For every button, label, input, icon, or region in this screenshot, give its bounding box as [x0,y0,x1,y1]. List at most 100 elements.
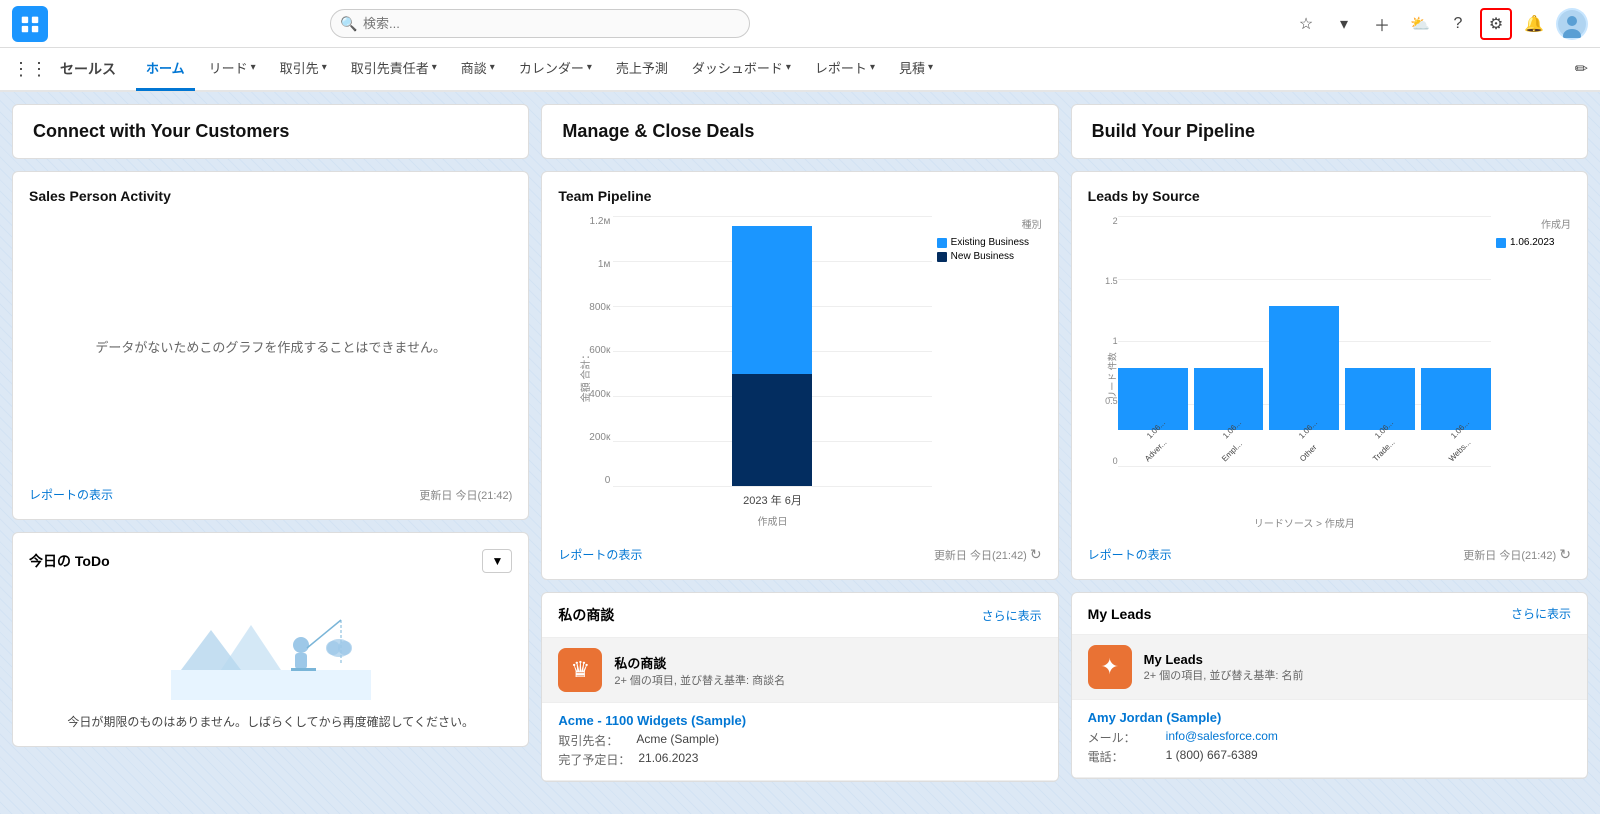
leads-bar-webs: 1.06... Webs... [1421,368,1491,466]
app-name: セールス [60,59,116,79]
leads-report-link[interactable]: レポートの表示 [1088,546,1172,563]
help-button[interactable]: ? [1442,8,1474,40]
my-deals-title: 私の商談 [558,605,614,625]
nav-item-accounts[interactable]: 取引先 ▾ [270,47,337,91]
pipeline-legend: 種別 Existing Business New Business [937,216,1042,262]
my-deals-row: Acme - 1100 Widgets (Sample) 取引先名： Acme … [542,703,1057,781]
app-logo[interactable] [12,6,48,42]
nav-item-home[interactable]: ホーム [136,47,195,91]
leads-bar-adver-label-bot: Adver... [1143,438,1169,464]
leads-legend-item: 1.06.2023 [1496,237,1571,248]
nav-item-contacts[interactable]: 取引先責任者 ▾ [341,47,447,91]
nav-item-calendar[interactable]: カレンダー ▾ [509,47,602,91]
team-pipeline-card: Team Pipeline 金額 合計： 1.2м1м800к600к400к2… [541,171,1058,580]
search-bar: 🔍 [330,9,750,38]
avatar-button[interactable] [1556,8,1588,40]
leads-by-source-title: Leads by Source [1088,188,1571,204]
todo-card: 今日の ToDo ▼ [12,532,529,747]
leads-bar-adver-rect [1118,368,1188,430]
leads-bar-trade-rect [1345,368,1415,430]
todo-title: 今日の ToDo [29,551,110,571]
my-leads-field-email: メール： info@salesforce.com [1088,729,1571,746]
chevron-down-button[interactable]: ▾ [1328,8,1360,40]
section-headers: Connect with Your Customers Manage & Clo… [12,104,1588,159]
todo-empty-msg: 今日が期限のものはありません。しばらくしてから再度確認してください。 [29,713,512,730]
pipeline-refresh-icon[interactable]: ↻ [1030,546,1042,562]
sales-activity-no-data: データがないためこのグラフを作成することはできません。 [29,216,512,476]
section-header-manage: Manage & Close Deals [541,104,1058,159]
my-leads-highlight: ✦ My Leads 2+ 個の項目, 並び替え基準: 名前 [1072,635,1587,700]
section-header-connect: Connect with Your Customers [12,104,529,159]
pipeline-x-sublabel: 作成日 [613,513,931,528]
team-pipeline-title: Team Pipeline [558,188,1041,204]
todo-dropdown-button[interactable]: ▼ [482,549,512,573]
leads-y-axis: 21.510.50 [1100,216,1118,466]
my-leads-card: My Leads さらに表示 ✦ My Leads 2+ 個の項目, 並び替え基… [1071,592,1588,779]
nav-item-opportunities[interactable]: 商談 ▾ [451,47,505,91]
my-deals-header: 私の商談 さらに表示 [542,593,1057,638]
leads-by-source-footer: レポートの表示 更新日 今日(21:42) ↻ [1088,546,1571,563]
leads-legend-dot [1496,238,1506,248]
top-bar-actions: ☆ ▾ ＋ ⛅ ? ⚙ 🔔 [1290,8,1588,40]
section-header-pipeline: Build Your Pipeline [1071,104,1588,159]
pipeline-x-label: 2023 年 6月 [613,492,931,508]
sales-activity-title: Sales Person Activity [29,188,512,204]
leads-x-sublabel: リードソース > 作成月 [1118,515,1491,530]
main-grid: Sales Person Activity データがないためこのグラフを作成する… [12,171,1588,782]
bell-button[interactable]: 🔔 [1518,8,1550,40]
my-deals-field-date: 完了予定日： 21.06.2023 [558,751,1041,768]
team-pipeline-report-link[interactable]: レポートの表示 [558,546,642,563]
leads-refresh-icon[interactable]: ↻ [1559,546,1571,562]
leads-by-source-card: Leads by Source リード 件数 21.510.50 [1071,171,1588,580]
my-leads-row-title[interactable]: Amy Jordan (Sample) [1088,710,1571,725]
my-deals-item-detail: 私の商談 2+ 個の項目, 並び替え基準: 商談名 [614,653,785,688]
leads-bar-webs-label-bot: Webs... [1447,438,1472,463]
nav-item-leads[interactable]: リード ▾ [199,47,266,91]
leads-bar-other-label-bot: Other [1298,443,1319,464]
my-deals-row-title[interactable]: Acme - 1100 Widgets (Sample) [558,713,1041,728]
leads-bar-empl-rect [1194,368,1264,430]
cloud-button[interactable]: ⛅ [1404,8,1436,40]
todo-header: 今日の ToDo ▼ [29,549,512,573]
my-deals-card: 私の商談 さらに表示 ♛ 私の商談 2+ 個の項目, 並び替え基準: 商談名 A… [541,592,1058,782]
gear-button[interactable]: ⚙ [1480,8,1512,40]
pipeline-legend-new: New Business [937,251,1042,262]
new-business-legend-dot [937,252,947,262]
todo-illustration [29,585,512,705]
my-leads-more-link[interactable]: さらに表示 [1511,605,1571,622]
sales-activity-report-link[interactable]: レポートの表示 [29,486,113,503]
my-deals-highlight: ♛ 私の商談 2+ 個の項目, 並び替え基準: 商談名 [542,638,1057,703]
plus-button[interactable]: ＋ [1366,8,1398,40]
sales-activity-card: Sales Person Activity データがないためこのグラフを作成する… [12,171,529,520]
sales-activity-updated: 更新日 今日(21:42) [419,487,512,503]
main-content: Connect with Your Customers Manage & Clo… [0,92,1600,814]
leads-bar-other-rect [1269,306,1339,430]
my-leads-item-detail: My Leads 2+ 個の項目, 並び替え基準: 名前 [1144,652,1304,683]
top-bar: 🔍 ☆ ▾ ＋ ⛅ ? ⚙ 🔔 [0,0,1600,48]
my-leads-field-phone: 電話： 1 (800) 667-6389 [1088,748,1571,765]
pipeline-bars [613,216,931,486]
pipeline-bar-new [732,374,812,486]
nav-item-dashboard[interactable]: ダッシュボード ▾ [682,47,801,91]
leads-bar-trade-label-bot: Trade... [1371,438,1397,464]
team-pipeline-updated: 更新日 今日(21:42) ↻ [934,546,1042,563]
my-deals-item-subtitle: 2+ 個の項目, 並び替え基準: 商談名 [614,672,785,688]
edit-nav-icon[interactable]: ✏ [1575,59,1588,79]
pipeline-legend-existing: Existing Business [937,237,1042,248]
grid-icon[interactable]: ⋮⋮ [12,59,48,80]
my-deals-more-link[interactable]: さらに表示 [982,607,1042,624]
my-leads-item-title: My Leads [1144,652,1304,667]
star-button[interactable]: ☆ [1290,8,1322,40]
my-deals-icon: ♛ [558,648,602,692]
leads-legend: 作成月 1.06.2023 [1496,216,1571,248]
nav-item-forecast[interactable]: 売上予測 [606,47,678,91]
nav-item-estimates[interactable]: 見積 ▾ [889,47,943,91]
my-leads-header: My Leads さらに表示 [1072,593,1587,635]
search-input[interactable] [330,9,750,38]
team-pipeline-footer: レポートの表示 更新日 今日(21:42) ↻ [558,546,1041,563]
nav-item-reports[interactable]: レポート ▾ [805,47,885,91]
leads-updated: 更新日 今日(21:42) ↻ [1463,546,1571,563]
my-leads-row: Amy Jordan (Sample) メール： info@salesforce… [1072,700,1587,778]
pipeline-y-axis: 1.2м1м800к600к400к200к0 [570,216,610,486]
leads-bar-empl-label-bot: Empl... [1220,439,1244,463]
